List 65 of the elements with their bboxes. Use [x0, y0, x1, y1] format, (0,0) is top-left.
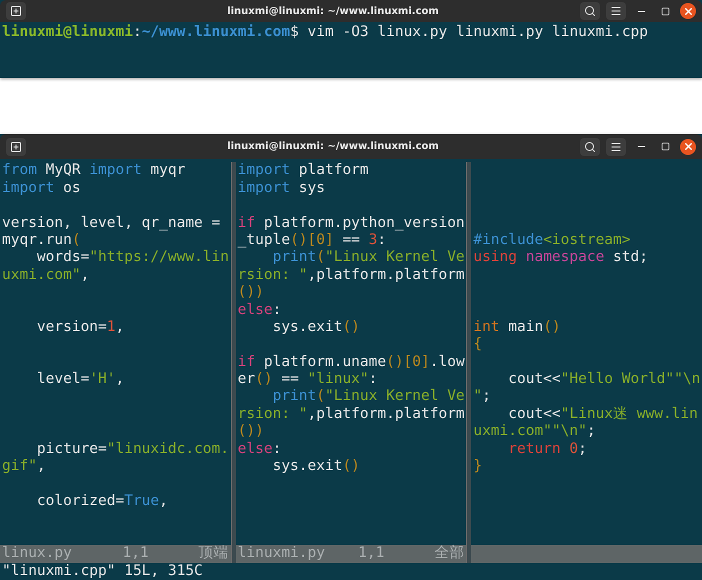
code-line: using namespace std; — [473, 249, 649, 267]
code-line: rsion: ",platform.platform — [238, 266, 466, 284]
code-line: sys.exit() — [272, 458, 361, 476]
status-filename: linuxmi.py — [238, 545, 326, 563]
maximize-icon — [660, 142, 670, 152]
code-line: print("Linux Kernel Ve — [272, 388, 466, 406]
menu-button[interactable] — [606, 2, 626, 20]
code-line: if platform.uname()[0].low — [238, 354, 466, 372]
search-button[interactable] — [580, 2, 600, 20]
window-title: linuxmi@linuxmi: ~/www.linuxmi.com — [226, 6, 440, 16]
search-button[interactable] — [580, 138, 600, 156]
code-line: print("Linux Kernel Ve — [272, 249, 466, 267]
code-line: import sys — [238, 180, 326, 198]
plus-square-icon — [10, 5, 22, 17]
code-line: version, level, qr_name = — [2, 214, 222, 232]
code-line: ()) — [238, 284, 265, 302]
cursor-position: 1,1 — [122, 545, 150, 563]
code-line: cout<<"Linux迷 www.lin — [507, 406, 699, 424]
code-line: sys.exit() — [272, 318, 361, 336]
code-line: if platform.python_version — [238, 214, 466, 232]
code-line: import os — [2, 180, 82, 198]
code-line: cout<<"Hello World""\n — [507, 371, 702, 388]
code-line: "; — [473, 388, 492, 406]
new-tab-button[interactable] — [6, 138, 26, 156]
code-line: er() == "linux": — [238, 371, 378, 388]
code-line: version=1, — [36, 318, 126, 336]
new-tab-button[interactable] — [6, 2, 26, 20]
code-line: else: — [238, 302, 282, 319]
code-line: level='H', — [36, 371, 126, 388]
code-line: return 0; — [507, 440, 588, 458]
code-line: colorized=True, — [36, 492, 169, 510]
maximize-icon — [660, 6, 670, 16]
search-icon — [584, 5, 596, 17]
cursor-position: 1,1 — [358, 545, 386, 563]
scroll-position: 全部 — [434, 545, 464, 563]
menu-icon — [610, 5, 622, 17]
search-icon — [584, 140, 596, 153]
code-line: picture="linuxidc.com. — [36, 440, 230, 458]
scroll-position: 顶端 — [198, 545, 229, 563]
code-line: from MyQR import myqr — [2, 162, 186, 180]
menu-button[interactable] — [606, 138, 626, 156]
code-line: myqr.run( — [2, 232, 82, 250]
close-icon — [682, 6, 694, 16]
close-button[interactable] — [680, 3, 696, 19]
close-button[interactable] — [680, 138, 696, 155]
plus-square-icon — [10, 140, 22, 153]
code-line: int main() — [473, 318, 562, 336]
status-filename: linux.py — [2, 545, 73, 563]
code-line: words="https://www.lin — [36, 249, 230, 267]
code-line: { — [473, 336, 484, 354]
code-line: uxmi.com""\n"; — [473, 423, 597, 441]
code-line: ()) — [238, 423, 265, 441]
code-line: uxmi.com", — [2, 266, 90, 284]
close-icon — [682, 141, 694, 152]
code-line: gif", — [2, 458, 47, 476]
code-line: } — [473, 458, 484, 476]
shell-prompt: linuxmi@linuxmi:~/www.linuxmi.com$ vim -O3 linux.py linuxmi.py linuxmi.cpp — [1, 23, 650, 42]
code-line: rsion: ",platform.platform — [238, 406, 466, 424]
menu-icon — [610, 140, 622, 153]
code-line: #include<iostream> — [473, 232, 632, 250]
code-line: import platform — [238, 162, 370, 180]
code-line: else: — [238, 440, 282, 458]
command-line: "linuxmi.cpp" 15L, 315C — [1, 562, 204, 580]
code-line: _tuple()[0] == 3: — [238, 232, 387, 250]
window-title: linuxmi@linuxmi: ~/www.linuxmi.com — [226, 141, 440, 152]
